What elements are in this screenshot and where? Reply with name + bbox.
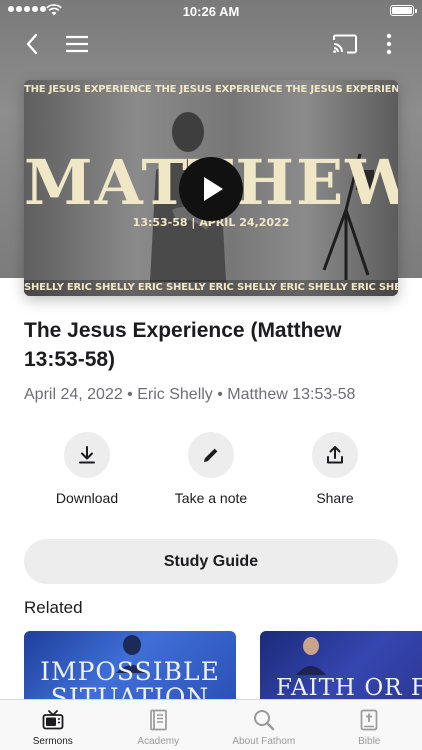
tab-sermons[interactable]: Sermons	[0, 700, 106, 750]
video-ticker-top: THE JESUS EXPERIENCE THE JESUS EXPERIENC…	[24, 84, 398, 95]
back-button[interactable]	[18, 30, 46, 58]
share-icon	[327, 446, 343, 464]
more-vertical-icon	[386, 33, 392, 55]
tab-about-fathom-label: About Fathom	[232, 736, 296, 747]
tv-icon	[42, 710, 64, 730]
chevron-left-icon	[26, 33, 38, 55]
menu-button[interactable]	[63, 30, 91, 58]
share-button[interactable]: Share	[280, 432, 390, 506]
download-icon	[79, 446, 95, 464]
tab-bible[interactable]: Bible	[317, 700, 422, 750]
play-icon	[204, 177, 223, 201]
download-circle	[64, 432, 110, 478]
download-label: Download	[55, 490, 119, 506]
bible-icon	[360, 709, 378, 731]
share-circle	[312, 432, 358, 478]
take-note-button[interactable]: Take a note	[156, 432, 266, 506]
status-bar: 10:26 AM	[0, 0, 422, 22]
play-button[interactable]	[179, 157, 243, 221]
take-note-circle	[188, 432, 234, 478]
search-icon	[253, 710, 274, 731]
book-icon	[150, 709, 168, 731]
related-heading: Related	[24, 598, 83, 617]
sermon-title: The Jesus Experience (Matthew 13:53-58)	[24, 319, 342, 371]
pencil-icon	[204, 448, 218, 462]
download-button[interactable]: Download	[32, 432, 142, 506]
sermon-meta: April 24, 2022 • Eric Shelly • Matthew 1…	[24, 386, 356, 403]
video-player[interactable]: THE JESUS EXPERIENCE THE JESUS EXPERIENC…	[24, 80, 398, 296]
tab-sermons-label: Sermons	[32, 736, 73, 747]
cast-button[interactable]	[331, 30, 359, 58]
status-time: 10:26 AM	[182, 4, 240, 19]
share-label: Share	[316, 490, 354, 506]
cast-icon	[333, 34, 357, 54]
tab-bar: Sermons Academy About Fathom Bible	[0, 699, 422, 750]
tab-academy-label: Academy	[137, 736, 180, 747]
take-note-label: Take a note	[174, 490, 248, 506]
more-options-button[interactable]	[375, 30, 403, 58]
video-ticker-bottom: SHELLY ERIC SHELLY ERIC SHELLY ERIC SHEL…	[24, 280, 398, 296]
hamburger-icon	[66, 35, 88, 53]
related-card-title-line1: FAITH OR FE	[276, 675, 422, 701]
tab-about-fathom[interactable]: About Fathom	[211, 700, 317, 750]
tab-bible-label: Bible	[358, 736, 381, 747]
study-guide-button[interactable]: Study Guide	[24, 539, 398, 584]
action-row: Download Take a note Share	[0, 432, 422, 512]
related-thumbnail-person	[296, 637, 326, 675]
related-card-title-line1: IMPOSSIBLE	[40, 657, 220, 686]
tab-academy[interactable]: Academy	[106, 700, 212, 750]
battery-icon	[390, 5, 417, 16]
